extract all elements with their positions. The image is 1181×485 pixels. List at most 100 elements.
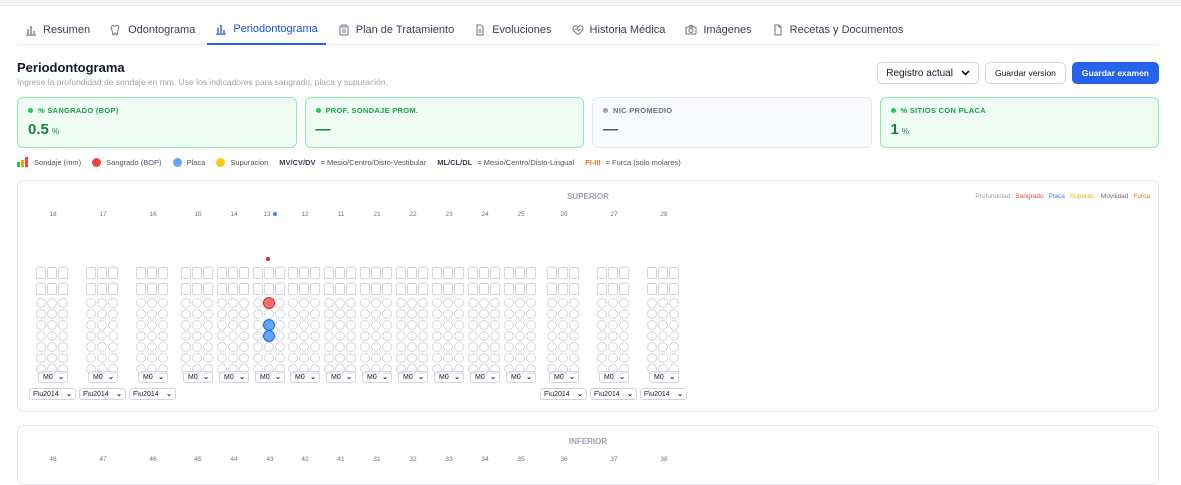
site-indicator[interactable]	[253, 353, 263, 363]
site-indicator[interactable]	[597, 309, 607, 319]
mobility-select[interactable]: M0 ⌄	[649, 371, 679, 383]
site-indicator[interactable]	[371, 331, 381, 341]
site-indicator[interactable]	[228, 342, 238, 352]
probing-input[interactable]	[158, 267, 168, 279]
probing-input[interactable]	[239, 283, 249, 295]
site-indicator[interactable]	[86, 353, 96, 363]
site-indicator[interactable]	[108, 342, 118, 352]
site-indicator[interactable]	[407, 331, 417, 341]
site-indicator[interactable]	[264, 342, 274, 352]
site-indicator[interactable]	[558, 342, 568, 352]
site-indicator[interactable]	[407, 353, 417, 363]
site-indicator[interactable]	[58, 353, 68, 363]
site-indicator[interactable]	[181, 320, 191, 330]
site-indicator[interactable]	[468, 353, 478, 363]
probing-input[interactable]	[360, 283, 370, 295]
site-indicator[interactable]	[47, 309, 57, 319]
site-indicator[interactable]	[324, 320, 334, 330]
site-indicator[interactable]	[147, 298, 157, 308]
site-indicator[interactable]	[360, 320, 370, 330]
site-indicator[interactable]	[288, 353, 298, 363]
probing-input[interactable]	[47, 267, 57, 279]
site-indicator[interactable]	[310, 331, 320, 341]
mobility-select[interactable]: M0 ⌄	[326, 371, 356, 383]
site-indicator[interactable]	[547, 320, 557, 330]
site-indicator[interactable]	[324, 331, 334, 341]
site-indicator[interactable]	[360, 342, 370, 352]
mobility-select[interactable]: M0 ⌄	[88, 371, 118, 383]
site-indicator[interactable]	[569, 298, 579, 308]
probing-input[interactable]	[346, 283, 356, 295]
site-indicator[interactable]	[382, 320, 392, 330]
site-indicator[interactable]	[515, 342, 525, 352]
site-indicator[interactable]	[443, 342, 453, 352]
site-indicator[interactable]	[36, 298, 46, 308]
probing-input[interactable]	[407, 283, 417, 295]
registro-select[interactable]: Registro actual	[877, 62, 979, 84]
site-indicator[interactable]	[504, 331, 514, 341]
site-indicator[interactable]	[658, 331, 668, 341]
site-indicator[interactable]	[147, 342, 157, 352]
probing-input[interactable]	[299, 283, 309, 295]
site-indicator[interactable]	[479, 298, 489, 308]
site-indicator[interactable]	[468, 298, 478, 308]
probing-input[interactable]	[526, 283, 536, 295]
site-indicator[interactable]	[432, 298, 442, 308]
site-indicator[interactable]	[371, 353, 381, 363]
site-indicator[interactable]	[181, 331, 191, 341]
site-indicator[interactable]	[275, 320, 285, 330]
site-indicator[interactable]	[181, 309, 191, 319]
site-indicator[interactable]	[217, 331, 227, 341]
site-indicator[interactable]	[454, 353, 464, 363]
site-indicator[interactable]	[407, 309, 417, 319]
mobility-select[interactable]: M0 ⌄	[38, 371, 68, 383]
site-indicator[interactable]	[547, 353, 557, 363]
mobility-select[interactable]: M0 ⌄	[398, 371, 428, 383]
mobility-select[interactable]: M0 ⌄	[549, 371, 579, 383]
site-indicator[interactable]	[504, 298, 514, 308]
site-indicator[interactable]	[479, 331, 489, 341]
probing-input[interactable]	[108, 283, 118, 295]
site-indicator[interactable]	[647, 353, 657, 363]
probing-input[interactable]	[360, 267, 370, 279]
site-indicator[interactable]	[443, 309, 453, 319]
site-indicator[interactable]	[58, 320, 68, 330]
probing-input[interactable]	[310, 267, 320, 279]
site-indicator[interactable]	[158, 342, 168, 352]
site-indicator[interactable]	[432, 353, 442, 363]
site-indicator[interactable]	[418, 298, 428, 308]
probing-input[interactable]	[136, 283, 146, 295]
probing-input[interactable]	[324, 283, 334, 295]
site-indicator[interactable]	[346, 331, 356, 341]
site-indicator[interactable]	[217, 320, 227, 330]
site-indicator[interactable]	[192, 353, 202, 363]
furca-select[interactable]: F\u2014 ⌄	[29, 388, 76, 400]
site-indicator[interactable]	[147, 353, 157, 363]
site-indicator[interactable]	[97, 309, 107, 319]
site-indicator[interactable]	[239, 342, 249, 352]
site-indicator[interactable]	[669, 331, 679, 341]
site-indicator[interactable]	[203, 353, 213, 363]
site-indicator[interactable]	[504, 342, 514, 352]
probing-input[interactable]	[454, 283, 464, 295]
site-indicator[interactable]	[108, 320, 118, 330]
site-indicator[interactable]	[310, 309, 320, 319]
tab-recetas-y-documentos[interactable]: Recetas y Documentos	[764, 15, 912, 44]
site-indicator[interactable]	[443, 298, 453, 308]
site-indicator[interactable]	[515, 298, 525, 308]
mobility-select[interactable]: M0 ⌄	[434, 371, 464, 383]
site-indicator[interactable]	[158, 320, 168, 330]
probing-input[interactable]	[264, 283, 274, 295]
probing-input[interactable]	[58, 283, 68, 295]
probing-input[interactable]	[432, 283, 442, 295]
probing-input[interactable]	[407, 267, 417, 279]
tab-periodontograma[interactable]: Periodontograma	[207, 15, 326, 45]
probing-input[interactable]	[418, 267, 428, 279]
site-indicator[interactable]	[669, 320, 679, 330]
site-indicator[interactable]	[490, 298, 500, 308]
site-indicator[interactable]	[547, 309, 557, 319]
probing-input[interactable]	[569, 283, 579, 295]
site-indicator[interactable]	[47, 320, 57, 330]
site-indicator[interactable]	[192, 298, 202, 308]
site-indicator[interactable]	[108, 298, 118, 308]
